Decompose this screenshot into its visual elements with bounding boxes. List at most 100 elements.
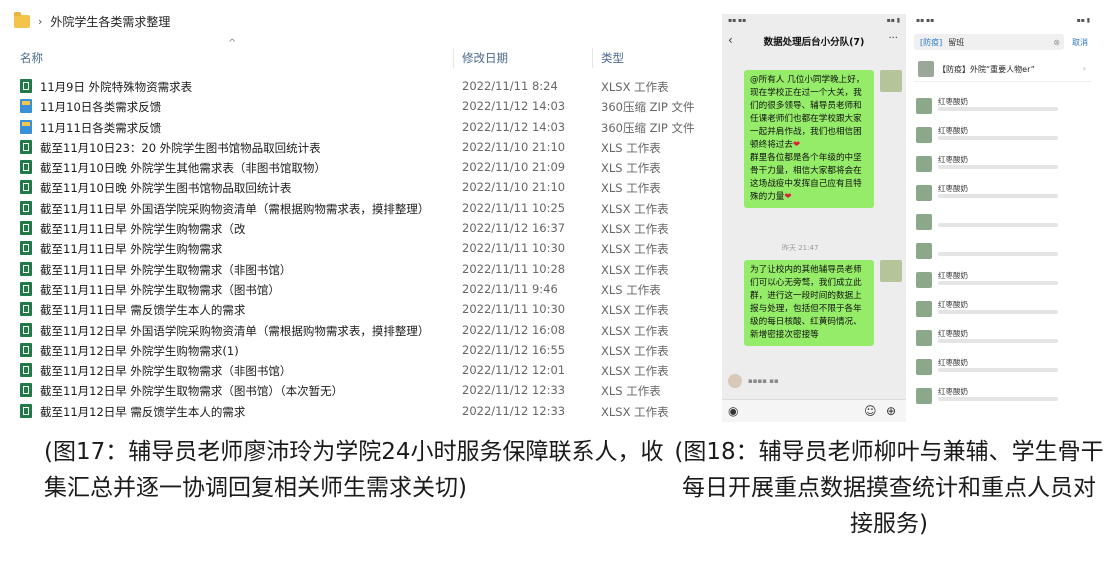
more-icon[interactable]: ···: [888, 33, 898, 44]
file-row[interactable]: 11月9日 外院特殊物资需求表 2022/11/11 8:24 XLSX 工作表: [0, 76, 712, 96]
search-result-item[interactable]: 红枣酸奶: [914, 125, 1092, 145]
avatar[interactable]: [728, 374, 742, 388]
excel-file-icon: [20, 403, 32, 418]
voice-icon[interactable]: ◉: [728, 404, 738, 418]
file-row[interactable]: 截至11月12日早 外院学生取物需求（非图书馆） 2022/11/12 12:01…: [0, 360, 712, 380]
file-row[interactable]: 截至11月11日早 外院学生取物需求（非图书馆） 2022/11/11 10:28…: [0, 259, 712, 279]
file-date: 2022/11/12 16:55: [462, 342, 566, 357]
file-date: 2022/11/12 12:33: [462, 403, 566, 418]
heart-icon: ❤: [792, 140, 801, 150]
file-name: 截至11月11日早 外院学生取物需求（非图书馆）: [40, 262, 292, 277]
file-row[interactable]: 截至11月11日早 外国语学院采购物资清单（需根据购物需求表，摸排整理） 2022…: [0, 198, 712, 218]
file-name: 截至11月12日早 需反馈学生本人的需求: [40, 404, 246, 419]
file-date: 2022/11/12 14:03: [462, 99, 566, 114]
file-name: 11月9日 外院特殊物资需求表: [40, 80, 193, 94]
cancel-button[interactable]: 取消: [1072, 37, 1088, 48]
file-row[interactable]: 截至11月12日早 外国语学院采购物资清单（需根据购物需求表，摸排整理） 2022…: [0, 320, 712, 340]
file-name: 截至11月10日23：20 外院学生图书馆物品取回统计表: [40, 140, 321, 155]
result-snippet-placeholder: [938, 136, 1058, 140]
file-list: 11月9日 外院特殊物资需求表 2022/11/11 8:24 XLSX 工作表 11…: [0, 76, 712, 421]
excel-file-icon: [20, 281, 32, 296]
search-result-item[interactable]: 红枣酸奶: [914, 328, 1092, 348]
file-row[interactable]: 截至11月10日23：20 外院学生图书馆物品取回统计表 2022/11/10 2…: [0, 137, 712, 157]
file-name: 截至11月11日早 需反馈学生本人的需求: [40, 303, 246, 318]
file-date: 2022/11/11 10:28: [462, 261, 566, 276]
file-row[interactable]: 截至11月11日早 外院学生购物需求（改 2022/11/12 16:37 XLSX…: [0, 218, 712, 238]
file-type: XLSX 工作表: [601, 343, 669, 358]
search-result-item[interactable]: [914, 241, 1092, 261]
file-type: XLSX 工作表: [601, 404, 669, 419]
clear-icon[interactable]: ⊗: [1053, 38, 1060, 47]
search-result-item[interactable]: 红枣酸奶: [914, 154, 1092, 174]
avatar[interactable]: [880, 70, 902, 92]
file-type: XLS 工作表: [601, 161, 661, 176]
result-snippet-placeholder: [938, 310, 1058, 314]
excel-file-icon: [20, 200, 32, 215]
search-tag: [防疫]: [920, 37, 943, 47]
avatar: [916, 98, 932, 114]
excel-file-icon: [20, 383, 32, 398]
column-header: 名称 修改日期 类型: [0, 48, 712, 68]
result-snippet-placeholder: [938, 339, 1058, 343]
result-sender: 红枣酸奶: [938, 300, 968, 309]
result-snippet-placeholder: [938, 252, 1058, 256]
excel-file-icon: [20, 261, 32, 276]
avatar[interactable]: [880, 260, 902, 282]
search-result-item[interactable]: 红枣酸奶: [914, 270, 1092, 290]
file-date: 2022/11/10 21:09: [462, 160, 566, 175]
file-row[interactable]: 截至11月11日早 外院学生购物需求 2022/11/11 10:30 XLSX 工…: [0, 238, 712, 258]
file-date: 2022/11/12 12:01: [462, 363, 566, 378]
search-result-item[interactable]: 红枣酸奶: [914, 96, 1092, 116]
column-type[interactable]: 类型: [601, 50, 624, 66]
file-row[interactable]: 截至11月11日早 需反馈学生本人的需求 2022/11/11 10:30 XLSX…: [0, 299, 712, 319]
chat-title: 数据处理后台小分队(7): [763, 37, 865, 48]
back-arrow-icon[interactable]: ‹: [728, 33, 733, 47]
chat-message: 为了让校内的其他辅导员老师们可以心无旁骛，我们成立此群，进行这一段时间的数据上报…: [744, 260, 874, 346]
search-input[interactable]: [防疫] 留班 ⊗: [914, 34, 1064, 50]
status-bar: ▪▪ ▪▪ ▪▪ ▮: [916, 17, 1090, 24]
breadcrumb-folder[interactable]: 外院学生各类需求整理: [50, 13, 170, 30]
group-name: 【防疫】外院“重要人物er”: [938, 65, 1035, 74]
add-icon[interactable]: ⊕: [886, 404, 896, 418]
file-row[interactable]: 截至11月11日早 外院学生取物需求（图书馆） 2022/11/11 9:46 XL…: [0, 279, 712, 299]
file-row[interactable]: 11月11日各类需求反馈 2022/11/12 14:03 360压缩 ZIP 文件: [0, 117, 712, 137]
caption-left: (图17：辅导员老师廖沛玲为学院24小时服务保障联系人，收集汇总并逐一协调回复相…: [44, 439, 664, 501]
search-result-item[interactable]: 红枣酸奶: [914, 299, 1092, 319]
emoji-icon[interactable]: ☺: [864, 404, 877, 418]
file-row[interactable]: 截至11月12日早 需反馈学生本人的需求 2022/11/12 12:33 XLSX…: [0, 401, 712, 421]
file-row[interactable]: 截至11月12日早 外院学生购物需求(1) 2022/11/12 16:55 XLS…: [0, 340, 712, 360]
avatar: [916, 214, 932, 230]
file-name: 11月10日各类需求反馈: [40, 100, 162, 115]
result-snippet-placeholder: [938, 165, 1058, 169]
file-row[interactable]: 11月10日各类需求反馈 2022/11/12 14:03 360压缩 ZIP 文件: [0, 96, 712, 116]
chat-message: @所有人 几位小同学晚上好，现在学校正在过一个大关，我们的很多领导、辅导员老师和…: [744, 70, 874, 208]
excel-file-icon: [20, 363, 32, 378]
avatar: [916, 243, 932, 259]
file-date: 2022/11/12 12:33: [462, 383, 566, 398]
column-name[interactable]: 名称: [20, 50, 43, 66]
file-name: 截至11月12日早 外国语学院采购物资清单（需根据购物需求表，摸排整理）: [40, 323, 430, 338]
file-type: XLSX 工作表: [601, 222, 669, 237]
column-resize-handle[interactable]: [453, 48, 454, 68]
file-name: 截至11月10日晚 外院学生图书馆物品取回统计表: [40, 181, 292, 196]
search-result-item[interactable]: 红枣酸奶: [914, 357, 1092, 377]
file-row[interactable]: 截至11月10日晚 外院学生图书馆物品取回统计表 2022/11/10 21:10…: [0, 177, 712, 197]
avatar: [916, 272, 932, 288]
column-date[interactable]: 修改日期: [462, 50, 508, 66]
avatar: [916, 185, 932, 201]
search-result-item[interactable]: 红枣酸奶: [914, 183, 1092, 203]
caption-right: (图18：辅导员老师柳叶与兼辅、学生骨干每日开展重点数据摸查统计和重点人员对接服…: [674, 439, 1104, 537]
file-row[interactable]: 截至11月12日早 外院学生取物需求（图书馆）（本次暂无） 2022/11/12 …: [0, 380, 712, 400]
file-row[interactable]: 截至11月10日晚 外院学生其他需求表（非图书馆取物） 2022/11/10 21…: [0, 157, 712, 177]
result-sender: 红枣酸奶: [938, 97, 968, 106]
search-result-item[interactable]: [914, 212, 1092, 232]
group-result[interactable]: 【防疫】外院“重要人物er” ›: [914, 58, 1092, 82]
result-sender: 红枣酸奶: [938, 126, 968, 135]
breadcrumb[interactable]: › 外院学生各类需求整理: [14, 10, 170, 32]
result-sender: 红枣酸奶: [938, 271, 968, 280]
column-resize-handle[interactable]: [592, 48, 593, 68]
search-result-item[interactable]: 红枣酸奶: [914, 386, 1092, 406]
message-text: 为了让校内的其他辅导员老师们可以心无旁骛，我们成立此群，进行这一段时间的数据上报…: [750, 265, 862, 340]
avatar: [916, 156, 932, 172]
file-type: XLS 工作表: [601, 282, 661, 297]
